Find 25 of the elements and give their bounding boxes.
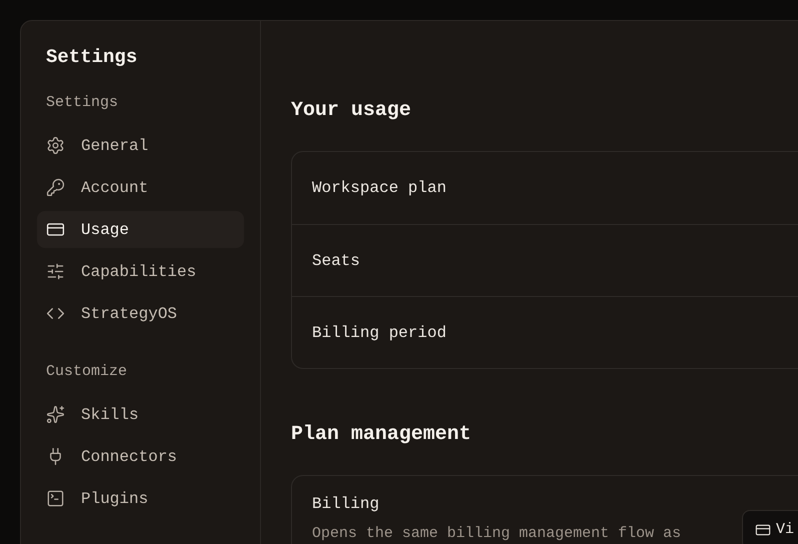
nav-item[interactable]: Skills [37,396,244,433]
settings-icon [46,136,65,155]
row-label: Seats [312,250,360,272]
sparkles-icon [46,405,65,424]
sliders-icon [46,262,65,281]
row-label: Workspace plan [312,178,446,199]
section-label: Customize [45,362,128,382]
row-label: Billing period [312,322,446,344]
key-icon [46,178,65,197]
terminal-icon [46,489,65,508]
nav-item[interactable]: Connectors [37,438,244,475]
nav-item[interactable]: StrategyOS [37,295,244,332]
nav-item[interactable]: General [37,127,244,164]
section-label: Settings [45,93,120,113]
nav-item[interactable]: Capabilities [37,253,244,290]
card-icon [755,522,771,538]
nav-item[interactable]: Plugins [37,480,244,517]
section-heading: Your usage [291,98,412,124]
nav-item[interactable]: Account [37,169,244,206]
dialog-title: Settings [45,45,138,70]
view-button[interactable]: Vi [742,510,798,544]
billing-description: Opens the same billing management flow as [312,524,682,544]
section-heading: Plan management [291,422,472,448]
billing-title: Billing [312,494,380,515]
nav-item[interactable]: Usage [37,211,244,248]
